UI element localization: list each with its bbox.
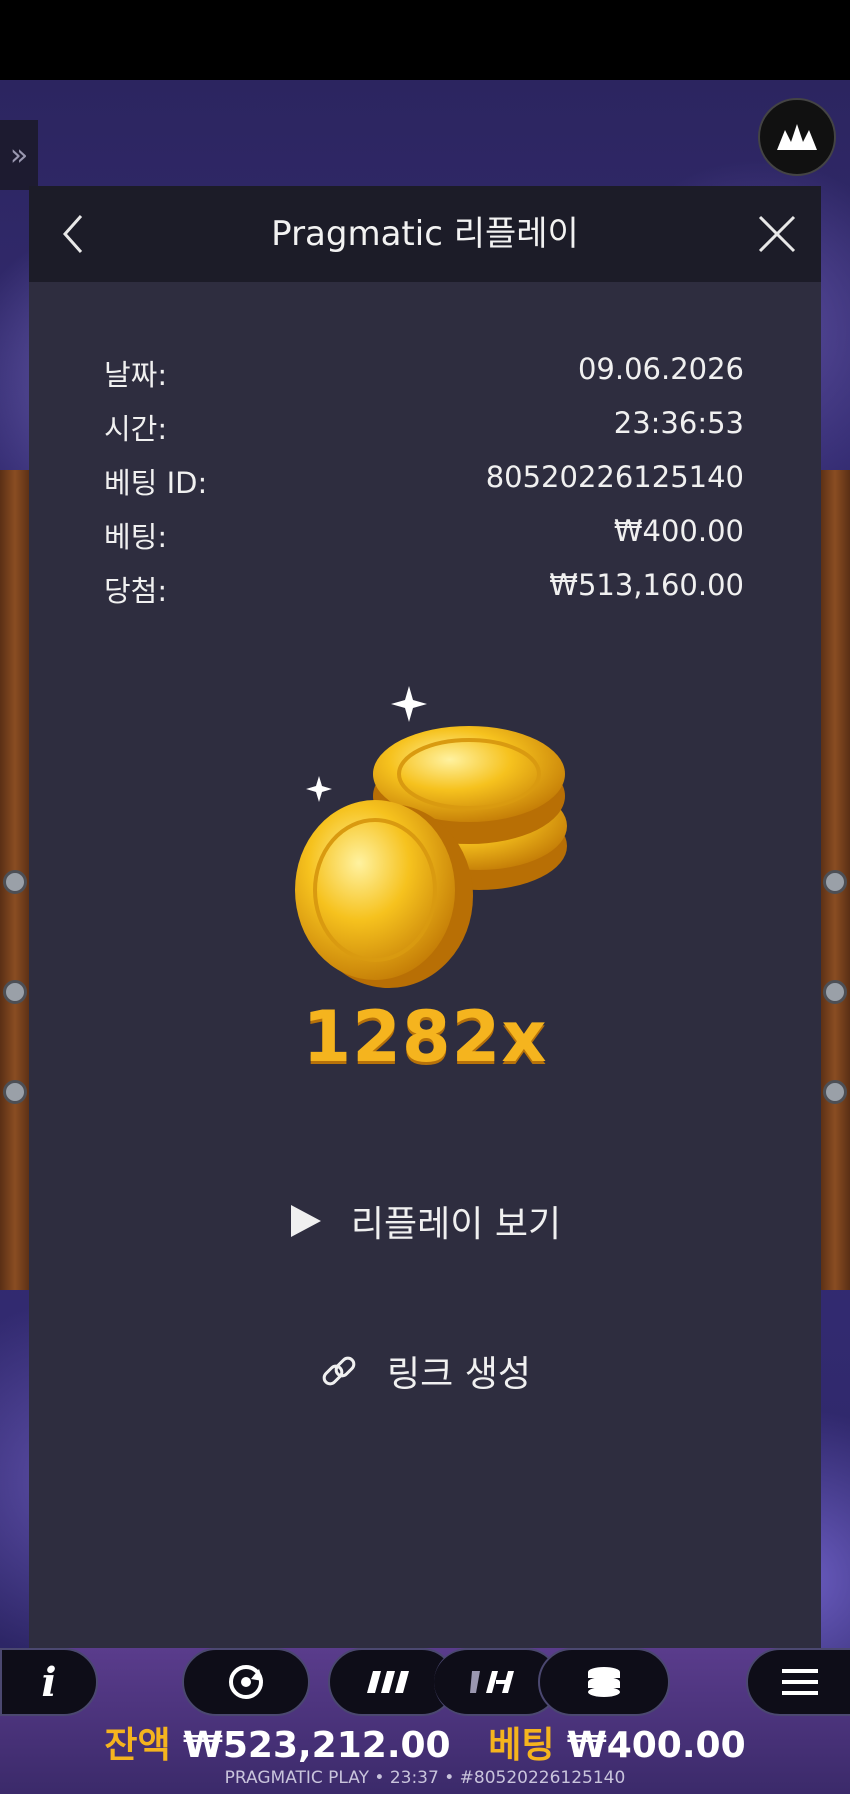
- bet-row: 베팅: ₩400.00: [104, 514, 744, 558]
- date-label: 날짜:: [104, 358, 168, 392]
- balance-value: ₩523,212.00: [183, 1725, 451, 1766]
- modal-header: Pragmatic 리플레이: [29, 186, 821, 282]
- pragmatic-logo-button[interactable]: [758, 98, 836, 176]
- wood-frame-right: [820, 470, 850, 1290]
- hyper-spin-icon: [470, 1671, 514, 1693]
- bolt: [3, 980, 27, 1004]
- bet-status-label: 베팅: [488, 1725, 555, 1766]
- close-button[interactable]: [749, 206, 805, 262]
- balance-label: 잔액: [104, 1725, 171, 1766]
- bolt: [3, 1080, 27, 1104]
- bolt: [3, 870, 27, 894]
- replay-modal: Pragmatic 리플레이 날짜: 09.06.2026 시간: 23:36:…: [29, 186, 821, 1648]
- double-chevron-right-icon: »: [9, 137, 29, 173]
- win-multiplier: 1282x: [302, 996, 548, 1078]
- footer-info: PRAGMATIC PLAY • 23:37 • #80520226125140: [224, 1768, 626, 1788]
- wood-frame-left: [0, 470, 30, 1290]
- modal-title: Pragmatic 리플레이: [271, 214, 579, 254]
- time-label: 시간:: [104, 412, 168, 446]
- create-link-label: 링크 생성: [387, 1354, 531, 1395]
- info-button[interactable]: i: [0, 1648, 98, 1716]
- bolt: [823, 1080, 847, 1104]
- create-link-button[interactable]: 링크 생성: [29, 1336, 821, 1406]
- date-row: 날짜: 09.06.2026: [104, 352, 744, 396]
- time-value: 23:36:53: [613, 406, 744, 440]
- autoplay-icon: [229, 1665, 263, 1699]
- bet-amount-button[interactable]: [538, 1648, 670, 1716]
- close-icon: [758, 215, 796, 253]
- bet-status-value: ₩400.00: [567, 1725, 746, 1766]
- turbo-spin-icon: [367, 1671, 409, 1693]
- balance-bet-status: 잔액 ₩523,212.00 베팅 ₩400.00: [0, 1716, 850, 1768]
- bet-value: ₩400.00: [613, 514, 744, 548]
- play-icon: [289, 1203, 323, 1239]
- date-value: 09.06.2026: [577, 352, 744, 386]
- pragmatic-logo-icon: [777, 124, 817, 150]
- time-row: 시간: 23:36:53: [104, 406, 744, 450]
- autoplay-button[interactable]: [182, 1648, 310, 1716]
- menu-icon: [782, 1669, 818, 1695]
- win-value: ₩513,160.00: [549, 568, 744, 602]
- link-icon: [319, 1351, 359, 1391]
- win-row: 당첨: ₩513,160.00: [104, 568, 744, 612]
- bet-label: 베팅:: [104, 520, 168, 554]
- watch-replay-label: 리플레이 보기: [350, 1204, 562, 1245]
- menu-button[interactable]: [746, 1648, 850, 1716]
- coin-stack-icon: [588, 1667, 620, 1697]
- side-panel-toggle[interactable]: »: [0, 120, 38, 190]
- win-label: 당첨:: [104, 574, 168, 608]
- watch-replay-button[interactable]: 리플레이 보기: [29, 1186, 821, 1256]
- bolt: [823, 980, 847, 1004]
- bolt: [823, 870, 847, 894]
- info-icon: i: [41, 1658, 57, 1706]
- bet-id-label: 베팅 ID:: [104, 466, 208, 500]
- bet-id-value: 80520226125140: [485, 460, 744, 494]
- gold-coins-icon: [295, 686, 567, 988]
- bet-id-row: 베팅 ID: 80520226125140: [104, 460, 744, 504]
